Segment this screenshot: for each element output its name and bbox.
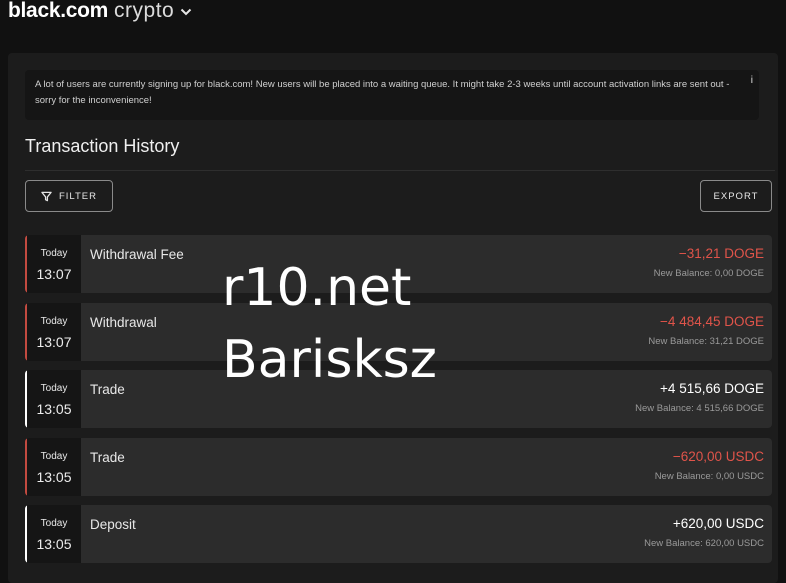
brand-switcher[interactable]: black.com crypto [8,0,192,23]
divider [25,170,775,171]
transaction-type: Trade [90,382,125,397]
transaction-type: Deposit [90,517,136,532]
waiting-queue-notice: A lot of users are currently signing up … [25,70,759,120]
transaction-amount: −620,00 USDC [672,449,764,464]
notice-text: A lot of users are currently signing up … [35,79,730,106]
brand-logo: black.com [8,0,109,22]
transaction-row[interactable]: Today 13:05 Deposit +620,00 USDC New Balance… [25,505,772,563]
filter-label: FILTER [58,190,98,202]
transaction-row[interactable]: Today 13:05 Trade +4 515,66 DOGE New Balance… [25,370,772,428]
top-bar: black.com crypto [0,0,786,34]
transaction-day: Today [40,383,68,394]
page-title: Transaction History [25,136,180,156]
new-balance: New Balance: 0,00 DOGE [653,268,764,279]
transaction-date: Today 13:05 [27,370,81,428]
transaction-time: 13:07 [36,266,72,282]
transaction-date: Today 13:07 [27,303,81,361]
transaction-date: Today 13:05 [27,505,81,563]
transaction-time: 13:07 [36,334,72,350]
transaction-day: Today [40,451,68,462]
main-panel: A lot of users are currently signing up … [8,53,778,583]
filter-button[interactable]: FILTER [25,180,113,212]
transaction-day: Today [40,248,68,259]
transaction-type: Withdrawal Fee [90,247,184,262]
transaction-row[interactable]: Today 13:05 Trade −620,00 USDC New Balance: … [25,438,772,496]
filter-icon [41,191,52,201]
transaction-day: Today [40,316,68,327]
transaction-time: 13:05 [36,536,72,552]
new-balance: New Balance: 31,21 DOGE [648,336,764,347]
transaction-type: Trade [90,450,125,465]
chevron-down-icon[interactable] [180,8,192,16]
transaction-row[interactable]: Today 13:07 Withdrawal −4 484,45 DOGE New Ba… [25,303,772,361]
new-balance: New Balance: 620,00 USDC [644,538,764,549]
transaction-date: Today 13:05 [27,438,81,496]
transaction-time: 13:05 [36,401,72,417]
transaction-day: Today [40,518,68,529]
transaction-row[interactable]: Today 13:07 Withdrawal Fee −31,21 DOGE New B… [25,235,772,293]
product-name: crypto [114,0,175,22]
transaction-amount: −4 484,45 DOGE [660,314,764,329]
transaction-time: 13:05 [36,469,72,485]
new-balance: New Balance: 4 515,66 DOGE [635,403,764,414]
transaction-amount: −31,21 DOGE [678,246,764,261]
transaction-amount: +4 515,66 DOGE [660,381,764,396]
new-balance: New Balance: 0,00 USDC [654,471,764,482]
transaction-amount: +620,00 USDC [672,516,764,531]
transaction-date: Today 13:07 [27,235,81,293]
info-icon[interactable]: i [751,73,753,89]
export-button[interactable]: EXPORT [700,180,772,212]
transaction-type: Withdrawal [90,315,157,330]
